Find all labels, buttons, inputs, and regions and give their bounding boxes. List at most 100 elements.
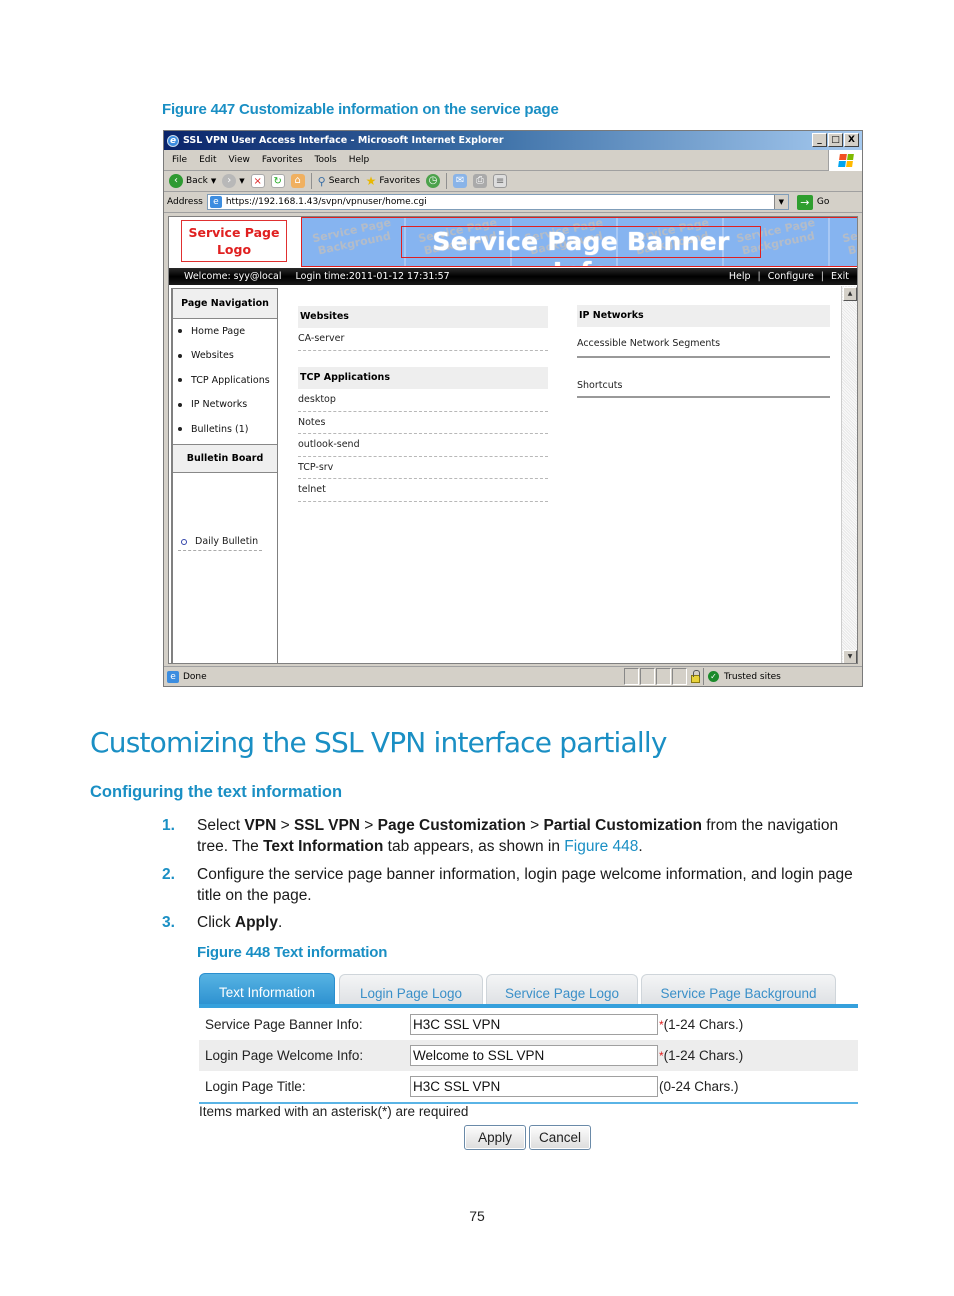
login-page-title-input[interactable] — [410, 1076, 658, 1097]
back-arrow-icon: ‹ — [169, 174, 183, 188]
ip-network-item[interactable]: Accessible Network Segments — [577, 327, 830, 358]
menu-tools[interactable]: Tools — [315, 155, 337, 165]
back-label: Back — [186, 176, 208, 186]
website-item[interactable]: CA-server — [298, 328, 548, 351]
menu-edit[interactable]: Edit — [199, 155, 216, 165]
tcp-app-item[interactable]: Notes — [298, 412, 548, 434]
address-url: https://192.168.1.43/svpn/vpnuser/home.c… — [225, 197, 427, 207]
address-bar: Address e https://192.168.1.43/svpn/vpnu… — [164, 192, 862, 213]
nav-item-home-page[interactable]: Home Page — [173, 319, 277, 344]
field-hint: (1-24 Chars.) — [663, 1017, 744, 1032]
maximize-button[interactable]: □ — [828, 133, 843, 147]
scroll-down-icon[interactable]: ▼ — [843, 650, 857, 663]
form-row-login-page-title: Login Page Title: (0-24 Chars.) — [199, 1071, 858, 1102]
go-arrow-icon: → — [796, 194, 813, 210]
menu-view[interactable]: View — [229, 155, 250, 165]
back-button[interactable]: ‹ Back ▼ — [169, 174, 216, 188]
tab-bar: Text Information Login Page Logo Service… — [199, 972, 858, 1008]
figure-447-caption: Figure 447 Customizable information on t… — [162, 101, 559, 118]
status-bar: e Done ✓ Trusted sites — [164, 666, 862, 686]
step-1: 1. Select VPN > SSL VPN > Page Customiza… — [162, 815, 865, 857]
security-zone[interactable]: ✓ Trusted sites — [703, 668, 823, 685]
minimize-button[interactable]: _ — [812, 133, 827, 147]
step-text: Select VPN > SSL VPN > Page Customizatio… — [197, 817, 839, 855]
bullet-icon — [178, 329, 182, 334]
welcome-text: Welcome: syy@local — [184, 271, 282, 282]
zone-text: Trusted sites — [724, 671, 781, 682]
exit-link[interactable]: Exit — [831, 271, 849, 282]
page-icon: e — [209, 196, 222, 208]
apply-button[interactable]: Apply — [464, 1125, 526, 1150]
go-button[interactable]: → Go — [796, 194, 829, 210]
nav-item-ip-networks[interactable]: IP Networks — [173, 393, 277, 418]
address-input[interactable]: e https://192.168.1.43/svpn/vpnuser/home… — [206, 194, 789, 210]
service-page-banner-info: Service Page Banner Info — [401, 226, 761, 266]
background-tile: Service Page Background — [832, 218, 857, 266]
browser-viewport: Service Page Logo Service Page Backgroun… — [168, 216, 858, 664]
figure-448-link[interactable]: Figure 448 — [564, 838, 638, 855]
ip-network-item[interactable]: Shortcuts — [577, 358, 830, 398]
section-title: Customizing the SSL VPN interface partia… — [90, 726, 667, 759]
bullet-icon — [178, 378, 182, 383]
cancel-button[interactable]: Cancel — [529, 1125, 591, 1150]
nav-item-bulletins[interactable]: Bulletins (1) — [173, 417, 277, 442]
vertical-scrollbar[interactable]: ▲ ▼ — [841, 286, 857, 663]
windows-logo-icon — [828, 150, 862, 171]
text-information-form: Service Page Banner Info: * (1-24 Chars.… — [199, 1009, 858, 1104]
tcp-app-item[interactable]: telnet — [298, 479, 548, 502]
tab-login-page-logo[interactable]: Login Page Logo — [339, 974, 483, 1006]
tcp-applications-section: TCP Applications desktop Notes outlook-s… — [298, 367, 548, 502]
print-icon[interactable]: ⎙ — [473, 174, 488, 188]
mail-icon[interactable]: ✉ — [453, 174, 468, 188]
tab-service-page-logo[interactable]: Service Page Logo — [486, 974, 638, 1006]
bullet-icon — [178, 427, 182, 432]
forward-button[interactable]: › ▼ — [222, 174, 245, 188]
field-label: Service Page Banner Info: — [205, 1017, 363, 1032]
field-label: Login Page Title: — [205, 1079, 306, 1094]
step-number: 1. — [162, 817, 175, 834]
tcp-app-item[interactable]: outlook-send — [298, 434, 548, 457]
address-label: Address — [167, 197, 203, 207]
refresh-icon[interactable]: ↻ — [270, 174, 285, 188]
nav-item-websites[interactable]: Websites — [173, 344, 277, 369]
step-3: 3. Click Apply. — [162, 912, 865, 933]
welcome-info-input[interactable] — [410, 1045, 658, 1066]
scroll-up-icon[interactable]: ▲ — [843, 287, 857, 301]
stop-icon[interactable]: × — [250, 174, 265, 188]
edit-icon[interactable]: ≡ — [493, 174, 508, 188]
star-icon: ★ — [365, 174, 377, 188]
search-label: Search — [328, 176, 360, 186]
nav-item-tcp-applications[interactable]: TCP Applications — [173, 368, 277, 393]
bullet-icon — [178, 353, 182, 358]
search-button[interactable]: ⚲ Search — [318, 175, 360, 188]
banner-info-input[interactable] — [410, 1014, 658, 1035]
bulletin-item[interactable]: Daily Bulletin — [178, 533, 262, 551]
menu-favorites[interactable]: Favorites — [262, 155, 303, 165]
help-link[interactable]: Help — [729, 271, 751, 282]
status-cell — [624, 668, 639, 685]
forward-arrow-icon: › — [222, 174, 237, 188]
tcp-app-item[interactable]: desktop — [298, 389, 548, 412]
tab-text-information[interactable]: Text Information — [199, 973, 335, 1007]
address-dropdown-icon[interactable]: ▼ — [773, 195, 788, 209]
tab-service-page-background[interactable]: Service Page Background — [641, 974, 836, 1006]
favorites-button[interactable]: ★ Favorites — [366, 174, 420, 188]
history-icon[interactable]: ◷ — [426, 174, 441, 188]
step-number: 3. — [162, 914, 175, 931]
close-button[interactable]: X — [844, 133, 859, 147]
page-number: 75 — [469, 1208, 485, 1224]
required-note: Items marked with an asterisk(*) are req… — [199, 1104, 469, 1119]
menu-help[interactable]: Help — [349, 155, 370, 165]
menu-file[interactable]: File — [172, 155, 187, 165]
form-row-banner-info: Service Page Banner Info: * (1-24 Chars.… — [199, 1009, 858, 1040]
step-text: Click Apply. — [197, 914, 283, 931]
lock-icon[interactable] — [688, 668, 703, 685]
tcp-app-item[interactable]: TCP-srv — [298, 457, 548, 479]
toolbar: ‹ Back ▼ › ▼ × ↻ ⌂ ⚲ Search ★ Favorites … — [164, 171, 862, 192]
page-navigation-header: Page Navigation — [173, 289, 277, 319]
configure-link[interactable]: Configure — [768, 271, 814, 282]
dropdown-arrow-icon: ▼ — [210, 177, 217, 185]
window-title: SSL VPN User Access Interface - Microsof… — [183, 135, 504, 146]
home-icon[interactable]: ⌂ — [290, 174, 305, 188]
favorites-label: Favorites — [379, 176, 421, 186]
